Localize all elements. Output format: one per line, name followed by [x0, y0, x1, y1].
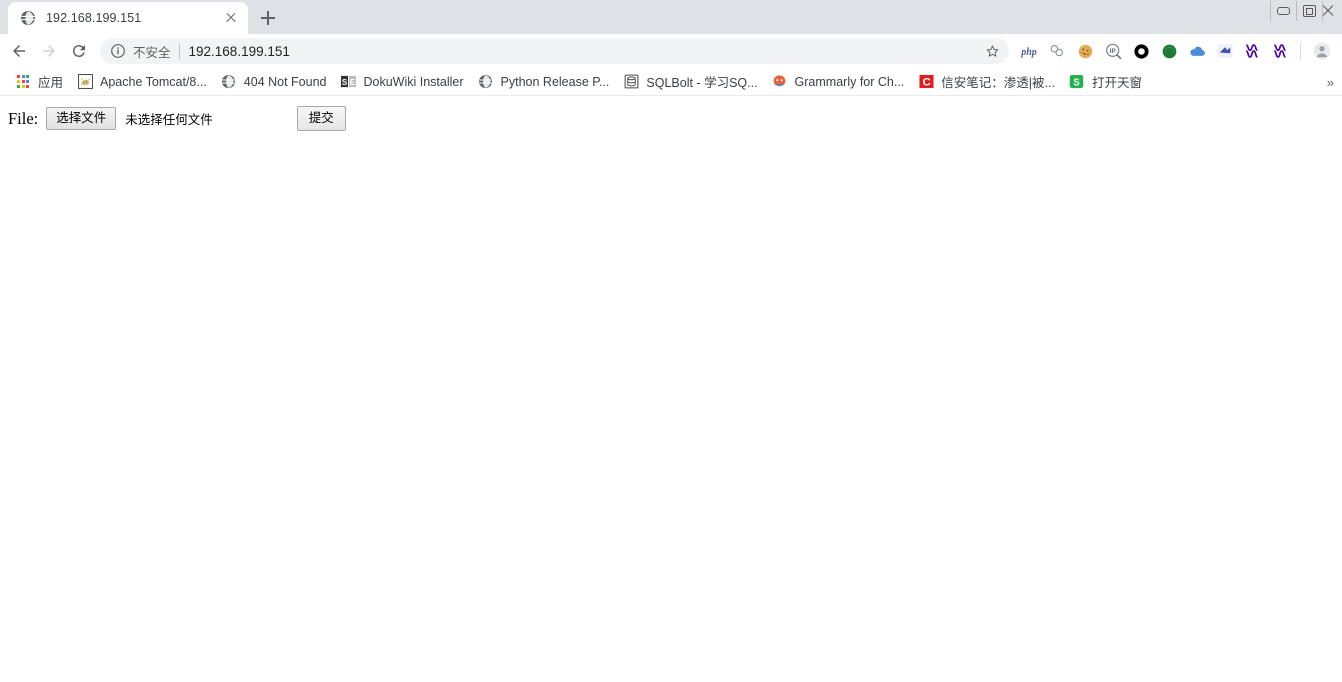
profile-avatar-icon — [1313, 42, 1331, 60]
bookmark-label: 404 Not Found — [243, 74, 327, 89]
reload-icon — [72, 45, 85, 58]
ring-glyph — [1133, 43, 1149, 59]
ip-glyph: IP — [1105, 43, 1121, 59]
cloud-glyph — [1189, 46, 1205, 56]
bookmark-star-icon — [986, 44, 998, 57]
bookmark-item-tianchuang[interactable]: S 打开天窗 — [1062, 71, 1149, 93]
apps-grid-icon — [15, 74, 31, 90]
svg-text:C: C — [922, 77, 930, 89]
php-extension-icon[interactable]: php — [1015, 37, 1043, 65]
dokuwiki-se-icon: S E — [341, 74, 357, 90]
bookmark-item-apps[interactable]: 应用 — [8, 71, 70, 93]
svg-text:IP: IP — [1109, 48, 1115, 55]
browser-tab[interactable]: 192.168.199.151 — [8, 2, 248, 34]
close-icon[interactable] — [1322, 1, 1342, 21]
bookmark-item-xinan[interactable]: C 信安笔记：渗透|被... — [911, 71, 1062, 93]
file-field-label: File: — [8, 108, 39, 128]
page-content: File: 选择文件 未选择任何文件 提交 亿速云 — [0, 96, 1342, 682]
url-text[interactable]: 192.168.199.151 — [189, 44, 1001, 59]
extension-icons: php IP — [1015, 37, 1336, 65]
cookie-glyph — [1078, 44, 1092, 58]
bookmark-label: Grammarly for Ch... — [794, 74, 905, 89]
info-circle-icon[interactable] — [110, 43, 126, 59]
red-c-icon: C — [918, 74, 934, 90]
bookmark-star-button[interactable] — [979, 38, 1005, 64]
dark-circle-extension-icon[interactable] — [1127, 37, 1155, 65]
reload-button[interactable] — [64, 36, 94, 66]
tab-title: 192.168.199.151 — [46, 11, 142, 25]
toolbar-divider — [1300, 42, 1301, 60]
profile-avatar[interactable] — [1308, 37, 1336, 65]
bird-extension-icon[interactable] — [1211, 37, 1239, 65]
forward-arrow-icon — [43, 45, 55, 57]
forward-button[interactable] — [34, 36, 64, 66]
minimize-icon[interactable] — [1270, 1, 1296, 21]
bookmark-item-404[interactable]: 404 Not Found — [214, 71, 334, 93]
submit-button[interactable]: 提交 — [296, 106, 346, 131]
svg-text:php: php — [1020, 47, 1037, 58]
globe-icon — [221, 74, 237, 90]
tab-strip: 192.168.199.151 — [0, 0, 1342, 34]
wappalyzer-glyph-2 — [1273, 44, 1286, 58]
bookmark-label: DokuWiki Installer — [363, 74, 464, 89]
address-bar[interactable]: 不安全 192.168.199.151 — [100, 38, 1009, 64]
tomcat-icon — [77, 74, 93, 90]
svg-text:S: S — [1074, 77, 1081, 88]
wappalyzer-extension-icon[interactable] — [1239, 37, 1267, 65]
bookmark-item-sqlbolt[interactable]: SQLBolt - 学习SQ... — [616, 71, 764, 93]
bookmarks-bar: 应用 Apache Tomcat/8... 404 Not Found S E … — [0, 68, 1342, 96]
wappalyzer-glyph — [1245, 44, 1258, 58]
grammarly-icon — [772, 74, 788, 90]
cookie-extension-icon[interactable] — [1071, 37, 1099, 65]
svg-text:S: S — [342, 78, 347, 87]
database-icon — [623, 74, 639, 90]
window-controls — [1270, 0, 1342, 22]
bookmark-item-python[interactable]: Python Release P... — [471, 71, 617, 93]
globe-icon — [478, 74, 494, 90]
back-arrow-icon — [13, 45, 25, 57]
bookmark-label: Python Release P... — [500, 74, 610, 89]
restore-icon[interactable] — [1296, 1, 1322, 21]
bookmark-label: 应用 — [38, 76, 64, 90]
tab-close-icon[interactable] — [222, 9, 240, 27]
bookmark-item-tomcat[interactable]: Apache Tomcat/8... — [70, 71, 214, 93]
svg-text:E: E — [350, 78, 355, 87]
cloud-extension-icon[interactable] — [1183, 37, 1211, 65]
bookmark-label: Apache Tomcat/8... — [100, 74, 207, 89]
file-status-text: 未选择任何文件 — [125, 113, 213, 127]
security-status-text: 不安全 — [133, 45, 171, 60]
omnibox-divider — [178, 43, 180, 59]
php-glyph: php — [1020, 47, 1037, 58]
new-tab-button[interactable] — [254, 4, 282, 32]
chain-glyph — [1050, 44, 1064, 57]
ip-lookup-extension-icon[interactable]: IP — [1099, 37, 1127, 65]
green-circle-extension-icon[interactable] — [1155, 37, 1183, 65]
file-upload-form: File: 选择文件 未选择任何文件 提交 — [8, 106, 1334, 131]
bookmark-item-grammarly[interactable]: Grammarly for Ch... — [765, 71, 912, 93]
chain-extension-icon[interactable] — [1043, 37, 1071, 65]
wappalyzer2-extension-icon[interactable] — [1267, 37, 1295, 65]
bookmark-item-dokuwiki[interactable]: S E DokuWiki Installer — [334, 71, 471, 93]
bird-glyph — [1217, 44, 1233, 58]
circle-glyph — [1162, 44, 1176, 58]
file-input-control[interactable]: 选择文件 未选择任何文件 — [46, 107, 213, 130]
bookmarks-overflow-button[interactable]: » — [1323, 68, 1338, 95]
back-button[interactable] — [4, 36, 34, 66]
bookmark-label: 信安笔记：渗透|被... — [941, 76, 1055, 90]
globe-icon — [21, 11, 35, 25]
green-s-icon: S — [1069, 74, 1085, 90]
bookmark-label: 打开天窗 — [1091, 76, 1142, 90]
bookmark-label: SQLBolt - 学习SQ... — [646, 76, 758, 90]
browser-toolbar: 不安全 192.168.199.151 php IP — [0, 34, 1342, 68]
choose-file-button[interactable]: 选择文件 — [46, 107, 117, 130]
